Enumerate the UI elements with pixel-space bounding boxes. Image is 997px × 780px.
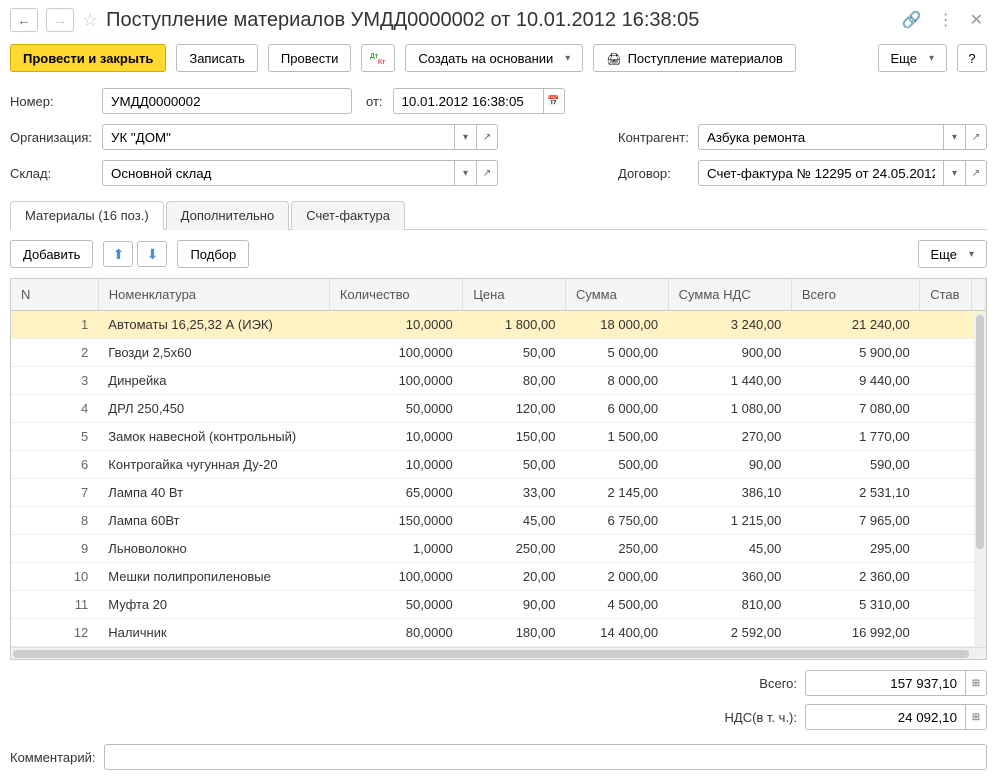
table-row[interactable]: 10Мешки полипропиленовые100,000020,002 0… <box>11 563 986 591</box>
table-row[interactable]: 1Автоматы 16,25,32 А (ИЭК)10,00001 800,0… <box>11 311 986 339</box>
org-input[interactable] <box>102 124 454 150</box>
date-label: от: <box>366 94 383 109</box>
warehouse-label: Склад: <box>10 166 92 181</box>
create-based-button[interactable]: Создать на основании <box>405 44 583 72</box>
contract-label: Договор: <box>618 166 688 181</box>
tab-invoice[interactable]: Счет-фактура <box>291 201 405 230</box>
org-dropdown-icon[interactable]: ▾ <box>454 124 476 150</box>
th-n[interactable]: N <box>11 279 98 311</box>
th-price[interactable]: Цена <box>463 279 566 311</box>
number-label: Номер: <box>10 94 92 109</box>
org-open-icon[interactable]: ↗ <box>476 124 498 150</box>
nav-forward-button[interactable]: → <box>46 8 74 32</box>
table-row[interactable]: 9Льноволокно1,0000250,00250,0045,00295,0… <box>11 535 986 563</box>
th-item[interactable]: Номенклатура <box>98 279 329 311</box>
table-row[interactable]: 7Лампа 40 Вт65,000033,002 145,00386,102 … <box>11 479 986 507</box>
table-row[interactable]: 2Гвозди 2,5х60100,000050,005 000,00900,0… <box>11 339 986 367</box>
warehouse-open-icon[interactable]: ↗ <box>476 160 498 186</box>
arrow-down-icon: ⬇ <box>147 246 159 263</box>
org-label: Организация: <box>10 130 92 145</box>
more-button[interactable]: Еще <box>878 44 947 72</box>
favorite-star-icon[interactable]: ☆ <box>82 10 98 31</box>
counterparty-input[interactable] <box>698 124 943 150</box>
warehouse-dropdown-icon[interactable]: ▾ <box>454 160 476 186</box>
th-sum[interactable]: Сумма <box>565 279 668 311</box>
link-icon[interactable]: 🔗 <box>898 10 926 30</box>
th-vat[interactable]: Сумма НДС <box>668 279 791 311</box>
post-button[interactable]: Провести <box>268 44 352 72</box>
comment-label: Комментарий: <box>10 750 96 765</box>
table-row[interactable]: 4ДРЛ 250,45050,0000120,006 000,001 080,0… <box>11 395 986 423</box>
svg-text:Кт: Кт <box>378 59 386 65</box>
close-icon[interactable]: ✕ <box>966 10 987 30</box>
th-qty[interactable]: Количество <box>329 279 462 311</box>
th-rate[interactable]: Став <box>920 279 971 311</box>
contract-dropdown-icon[interactable]: ▾ <box>943 160 965 186</box>
page-title: Поступление материалов УМДД0000002 от 10… <box>106 9 890 32</box>
contract-input[interactable] <box>698 160 943 186</box>
table-row[interactable]: 3Динрейка100,000080,008 000,001 440,009 … <box>11 367 986 395</box>
tab-additional[interactable]: Дополнительно <box>166 201 290 230</box>
th-total[interactable]: Всего <box>791 279 919 311</box>
counterparty-label: Контрагент: <box>618 130 688 145</box>
vertical-scrollbar[interactable] <box>974 313 986 647</box>
vat-calc-icon[interactable]: ⊞ <box>965 704 987 730</box>
table-row[interactable]: 11Муфта 2050,000090,004 500,00810,005 31… <box>11 591 986 619</box>
date-input[interactable] <box>393 88 543 114</box>
table-row[interactable]: 8Лампа 60Вт150,000045,006 750,001 215,00… <box>11 507 986 535</box>
counterparty-dropdown-icon[interactable]: ▾ <box>943 124 965 150</box>
total-label: Всего: <box>759 676 797 691</box>
receipt-materials-button[interactable]: Поступление материалов <box>593 44 796 72</box>
counterparty-open-icon[interactable]: ↗ <box>965 124 987 150</box>
table-row[interactable]: 12Наличник80,0000180,0014 400,002 592,00… <box>11 619 986 647</box>
move-up-button[interactable]: ⬆ <box>103 241 133 267</box>
table-row[interactable]: 5Замок навесной (контрольный)10,0000150,… <box>11 423 986 451</box>
print-icon <box>606 51 621 66</box>
vat-label: НДС(в т. ч.): <box>725 710 798 725</box>
nav-back-button[interactable]: ← <box>10 8 38 32</box>
add-button[interactable]: Добавить <box>10 240 93 268</box>
post-and-close-button[interactable]: Провести и закрыть <box>10 44 166 72</box>
comment-input[interactable] <box>104 744 988 770</box>
contract-open-icon[interactable]: ↗ <box>965 160 987 186</box>
move-down-button[interactable]: ⬇ <box>137 241 167 267</box>
table-row[interactable]: 6Контрогайка чугунная Ду-2010,000050,005… <box>11 451 986 479</box>
total-value[interactable] <box>805 670 965 696</box>
tab-materials[interactable]: Материалы (16 поз.) <box>10 201 164 230</box>
menu-dots-icon[interactable]: ⋮ <box>934 10 958 30</box>
materials-table: N Номенклатура Количество Цена Сумма Сум… <box>11 279 986 647</box>
warehouse-input[interactable] <box>102 160 454 186</box>
horizontal-scrollbar[interactable] <box>11 647 986 659</box>
dtkt-button[interactable]: ДтКт <box>361 44 395 72</box>
number-input[interactable] <box>102 88 352 114</box>
tab-more-button[interactable]: Еще <box>918 240 987 268</box>
total-calc-icon[interactable]: ⊞ <box>965 670 987 696</box>
arrow-up-icon: ⬆ <box>113 246 125 263</box>
vat-value[interactable] <box>805 704 965 730</box>
save-button[interactable]: Записать <box>176 44 258 72</box>
calendar-icon[interactable]: 📅 <box>543 88 565 114</box>
pick-button[interactable]: Подбор <box>177 240 249 268</box>
help-button[interactable]: ? <box>957 44 987 72</box>
